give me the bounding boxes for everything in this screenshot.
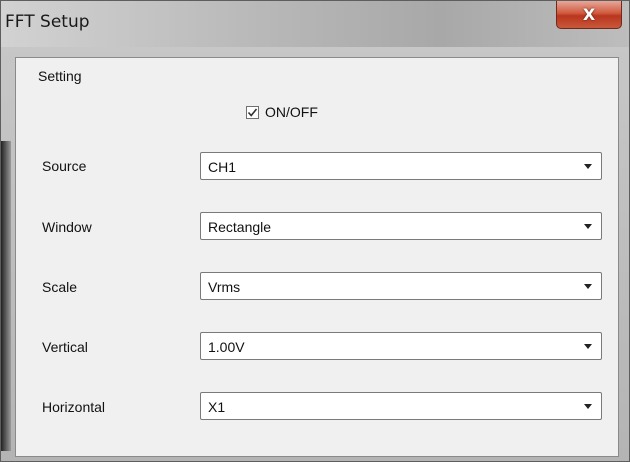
- source-value: CH1: [208, 159, 237, 175]
- scale-select[interactable]: Vrms: [200, 272, 602, 300]
- horizontal-label: Horizontal: [42, 399, 106, 415]
- close-icon: X: [582, 5, 596, 24]
- vertical-select[interactable]: 1.00V: [200, 332, 602, 360]
- checkbox-checked-icon[interactable]: [246, 105, 259, 119]
- group-label: Setting: [38, 68, 82, 84]
- vertical-label: Vertical: [42, 339, 88, 355]
- settings-group: Setting ON/OFF Source CH1 Window Rectang…: [15, 57, 619, 457]
- onoff-checkbox[interactable]: ON/OFF: [246, 104, 318, 120]
- source-select[interactable]: CH1: [200, 152, 602, 180]
- scale-label: Scale: [42, 279, 78, 295]
- close-button[interactable]: X: [556, 1, 622, 29]
- window-select[interactable]: Rectangle: [200, 212, 602, 240]
- scale-value: Vrms: [208, 279, 241, 295]
- chevron-down-icon: [584, 164, 592, 169]
- onoff-label: ON/OFF: [265, 104, 318, 120]
- horizontal-value: X1: [208, 399, 226, 415]
- dialog-title: FFT Setup: [5, 12, 90, 32]
- chevron-down-icon: [584, 224, 592, 229]
- window-label: Window: [42, 219, 92, 235]
- vertical-value: 1.00V: [208, 339, 245, 355]
- window-value: Rectangle: [208, 219, 272, 235]
- horizontal-select[interactable]: X1: [200, 392, 602, 420]
- chevron-down-icon: [584, 404, 592, 409]
- fft-setup-dialog: FFT Setup X Setting ON/OFF Source CH1 Wi…: [0, 0, 630, 462]
- title-bar[interactable]: FFT Setup X: [1, 1, 629, 47]
- chevron-down-icon: [584, 344, 592, 349]
- chevron-down-icon: [584, 284, 592, 289]
- window-edge-shadow: [1, 141, 11, 451]
- source-label: Source: [42, 158, 87, 174]
